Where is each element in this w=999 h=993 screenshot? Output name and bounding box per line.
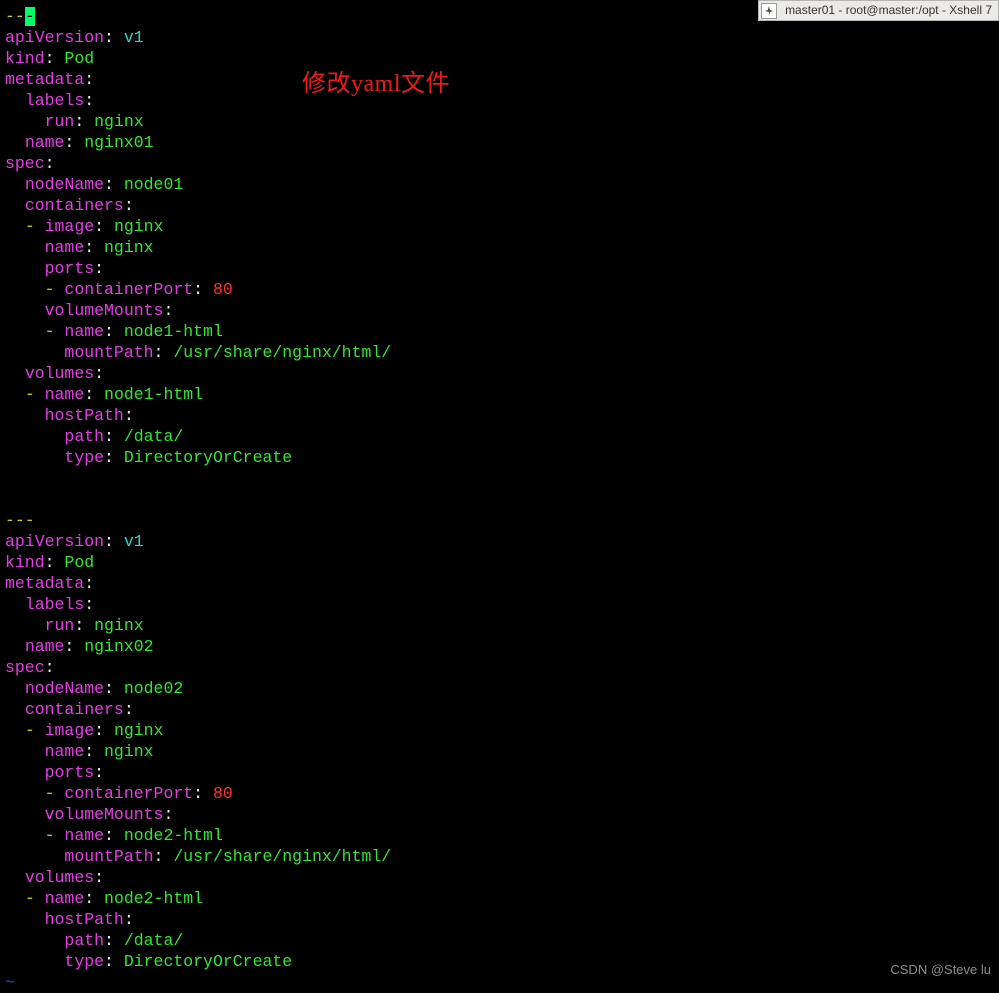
yaml-value: node1-html xyxy=(104,385,203,404)
yaml-key: name xyxy=(64,322,104,341)
yaml-value: 80 xyxy=(213,280,233,299)
yaml-key: metadata xyxy=(5,574,84,593)
yaml-value: Pod xyxy=(64,553,94,572)
yaml-value: v1 xyxy=(124,532,144,551)
yaml-value: node02 xyxy=(124,679,183,698)
yaml-value: nginx xyxy=(104,742,154,761)
yaml-key: run xyxy=(45,112,75,131)
yaml-key: name xyxy=(64,826,104,845)
yaml-key: ports xyxy=(45,763,95,782)
yaml-value: nginx xyxy=(114,217,164,236)
yaml-key: name xyxy=(45,742,85,761)
terminal-cursor: - xyxy=(25,7,35,26)
yaml-value: nginx xyxy=(104,238,154,257)
yaml-key: spec xyxy=(5,658,45,677)
yaml-key: name xyxy=(45,889,85,908)
yaml-key: name xyxy=(25,637,65,656)
yaml-value: nginx xyxy=(94,112,144,131)
yaml-value: node2-html xyxy=(124,826,223,845)
watermark: CSDN @Steve lu xyxy=(890,959,991,980)
window-titlebar: master01 - root@master:/opt - Xshell 7 xyxy=(758,0,999,21)
yaml-key: volumes xyxy=(25,868,94,887)
yaml-key: volumeMounts xyxy=(45,805,164,824)
yaml-key: labels xyxy=(25,91,84,110)
yaml-value: node2-html xyxy=(104,889,203,908)
yaml-key: containers xyxy=(25,700,124,719)
yaml-key: name xyxy=(45,385,85,404)
yaml-key: kind xyxy=(5,553,45,572)
yaml-value: node1-html xyxy=(124,322,223,341)
yaml-value: DirectoryOrCreate xyxy=(124,952,292,971)
yaml-value: 80 xyxy=(213,784,233,803)
yaml-key: image xyxy=(45,721,95,740)
yaml-key: mountPath xyxy=(64,343,153,362)
yaml-key: mountPath xyxy=(64,847,153,866)
yaml-value: nginx01 xyxy=(84,133,153,152)
yaml-key: spec xyxy=(5,154,45,173)
yaml-key: type xyxy=(64,448,104,467)
window-title: master01 - root@master:/opt - Xshell 7 xyxy=(785,0,992,21)
terminal-content[interactable]: --- apiVersion: v1 kind: Pod metadata: l… xyxy=(5,6,391,993)
yaml-key: containers xyxy=(25,196,124,215)
yaml-value: nginx xyxy=(114,721,164,740)
yaml-key: containerPort xyxy=(64,784,193,803)
yaml-key: metadata xyxy=(5,70,84,89)
yaml-key: name xyxy=(25,133,65,152)
vim-tilde: ~ xyxy=(5,973,15,992)
yaml-doc-separator: --- xyxy=(5,511,35,530)
yaml-key: type xyxy=(64,952,104,971)
yaml-key: labels xyxy=(25,595,84,614)
yaml-key: image xyxy=(45,217,95,236)
yaml-value: Pod xyxy=(64,49,94,68)
yaml-value: nginx xyxy=(94,616,144,635)
yaml-value: /usr/share/nginx/html/ xyxy=(173,343,391,362)
yaml-key: volumeMounts xyxy=(45,301,164,320)
yaml-key: path xyxy=(64,931,104,950)
yaml-key: nodeName xyxy=(25,679,104,698)
yaml-key: apiVersion xyxy=(5,28,104,47)
yaml-key: nodeName xyxy=(25,175,104,194)
yaml-value: /data/ xyxy=(124,931,183,950)
yaml-key: volumes xyxy=(25,364,94,383)
pin-icon[interactable] xyxy=(761,3,777,19)
yaml-value: /usr/share/nginx/html/ xyxy=(173,847,391,866)
yaml-key: ports xyxy=(45,259,95,278)
yaml-value: DirectoryOrCreate xyxy=(124,448,292,467)
yaml-key: hostPath xyxy=(45,406,124,425)
yaml-value: v1 xyxy=(124,28,144,47)
yaml-key: apiVersion xyxy=(5,532,104,551)
yaml-value: /data/ xyxy=(124,427,183,446)
yaml-key: path xyxy=(64,427,104,446)
yaml-key: kind xyxy=(5,49,45,68)
yaml-key: hostPath xyxy=(45,910,124,929)
yaml-value: node01 xyxy=(124,175,183,194)
yaml-docstart-dash: -- xyxy=(5,7,25,26)
yaml-value: nginx02 xyxy=(84,637,153,656)
yaml-key: name xyxy=(45,238,85,257)
yaml-key: containerPort xyxy=(64,280,193,299)
yaml-key: run xyxy=(45,616,75,635)
